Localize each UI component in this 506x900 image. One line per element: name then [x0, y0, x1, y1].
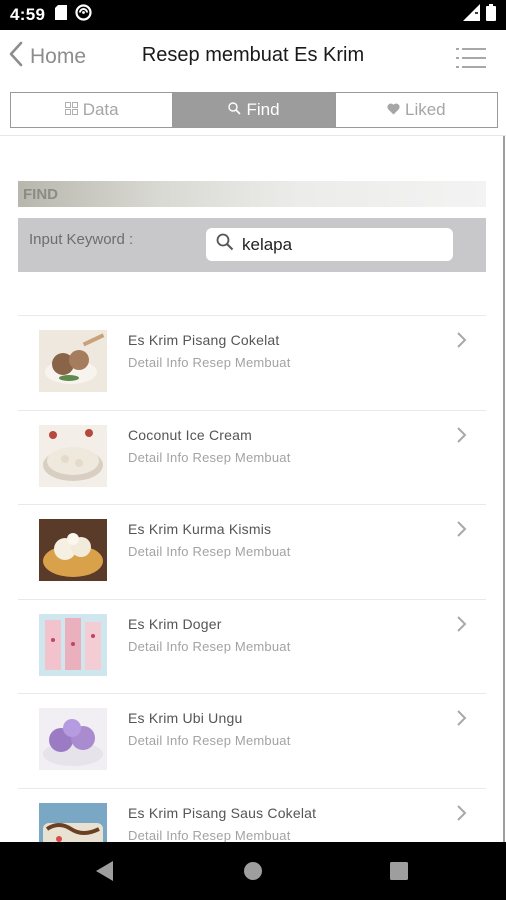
tab-find-label: Find — [246, 100, 280, 119]
sync-icon — [75, 4, 92, 26]
list-item-title: Es Krim Pisang Saus Cokelat — [128, 804, 317, 821]
list-item-subtitle: Detail Info Resep Membuat — [128, 733, 291, 748]
chevron-right-icon — [456, 709, 468, 727]
status-time: 4:59 — [10, 5, 46, 24]
search-icon — [216, 233, 234, 256]
list-item-subtitle: Detail Info Resep Membuat — [128, 544, 291, 559]
recipe-list: Es Krim Pisang Cokelat Detail Info Resep… — [18, 315, 486, 882]
battery-icon — [486, 4, 496, 26]
scrollbar[interactable] — [503, 136, 505, 842]
list-item[interactable]: Es Krim Doger Detail Info Resep Membuat — [18, 598, 486, 694]
grid-icon — [64, 100, 78, 120]
tab-bar: Data Find Liked — [10, 92, 498, 128]
list-item-title: Es Krim Ubi Ungu — [128, 710, 243, 726]
header-divider — [0, 135, 506, 136]
page-title: Resep membuat Es Krim — [141, 44, 365, 66]
tab-liked-label: Liked — [405, 100, 446, 119]
recipe-thumbnail — [39, 330, 107, 392]
recipe-thumbnail — [39, 424, 107, 487]
tab-find[interactable]: Find — [172, 93, 335, 127]
signal-icon — [463, 4, 480, 26]
tab-liked[interactable]: Liked — [334, 93, 497, 127]
list-item-subtitle: Detail Info Resep Membuat — [128, 827, 291, 843]
chevron-right-icon — [456, 426, 468, 444]
recents-square-icon[interactable] — [384, 856, 414, 886]
list-item[interactable]: Es Krim Pisang Cokelat Detail Info Resep… — [18, 315, 486, 410]
recipe-thumbnail — [39, 519, 107, 581]
chevron-right-icon — [456, 520, 468, 538]
chevron-right-icon — [456, 804, 468, 822]
search-input-value: kelapa — [242, 234, 293, 254]
sd-card-icon — [55, 5, 68, 25]
recipe-thumbnail — [39, 708, 107, 770]
chevron-right-icon — [456, 331, 468, 349]
status-bar: 4:59 — [0, 0, 506, 30]
keyword-panel: Input Keyword : kelapa — [18, 218, 486, 272]
list-item[interactable]: Coconut Ice Cream Detail Info Resep Memb… — [18, 409, 486, 505]
back-triangle-icon[interactable] — [90, 856, 120, 886]
find-section-title: FIND — [18, 181, 486, 207]
list-item-title: Es Krim Kurma Kismis — [128, 521, 272, 537]
list-item-subtitle: Detail Info Resep Membuat — [128, 355, 291, 370]
keyword-label: Input Keyword : — [29, 231, 134, 248]
search-icon — [228, 100, 242, 120]
heart-icon — [387, 100, 400, 120]
tab-data[interactable]: Data — [11, 93, 173, 127]
list-item[interactable]: Es Krim Ubi Ungu Detail Info Resep Membu… — [18, 693, 486, 788]
list-item[interactable]: Es Krim Kurma Kismis Detail Info Resep M… — [18, 504, 486, 599]
search-input[interactable]: kelapa — [206, 228, 453, 261]
list-item-subtitle: Detail Info Resep Membuat — [128, 449, 291, 465]
chevron-right-icon — [456, 615, 468, 633]
list-item-title: Es Krim Doger — [128, 615, 222, 632]
recipe-thumbnail — [39, 613, 107, 676]
system-nav-bar — [0, 842, 506, 900]
app-header: Home Resep membuat Es Krim — [0, 30, 506, 86]
list-menu-icon[interactable] — [456, 47, 486, 69]
home-circle-icon[interactable] — [238, 856, 268, 886]
list-item-title: Es Krim Pisang Cokelat — [128, 332, 280, 348]
tab-data-label: Data — [82, 100, 119, 119]
list-item-title: Coconut Ice Cream — [128, 426, 253, 443]
list-item-subtitle: Detail Info Resep Membuat — [128, 638, 291, 654]
